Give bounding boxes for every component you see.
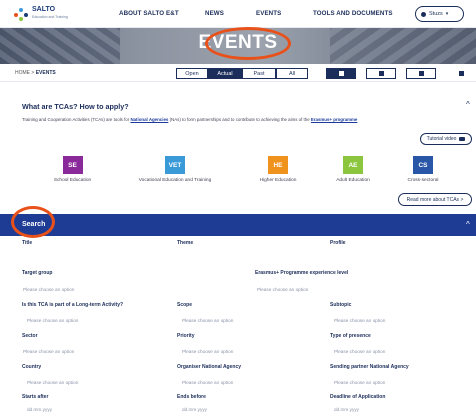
- presence-select[interactable]: Please choose an option: [331, 345, 468, 357]
- tutorial-video-button[interactable]: Tutorial video: [420, 133, 472, 145]
- nav-tools[interactable]: TOOLS AND DOCUMENTS: [313, 10, 393, 17]
- category-badge: CS: [413, 156, 433, 174]
- salto-logo[interactable]: SALTO Education and Training: [14, 6, 74, 24]
- view-map-button[interactable]: [446, 68, 476, 79]
- category-se[interactable]: SE School Education: [40, 156, 105, 183]
- profile-select[interactable]: [328, 250, 468, 262]
- view-list-button[interactable]: [366, 68, 396, 79]
- list-icon: [378, 71, 384, 76]
- priority-label: Priority: [177, 333, 195, 339]
- filter-open-button[interactable]: Open: [176, 68, 208, 79]
- deadline-date-input[interactable]: dd.mm.yyyy: [331, 404, 468, 414]
- long-term-select[interactable]: Please choose an option: [24, 314, 162, 326]
- nav-about[interactable]: ABOUT SALTO E&T: [119, 10, 179, 17]
- ends-before-date-input[interactable]: dd.mm.yyyy: [179, 404, 317, 414]
- map-pin-icon: [458, 71, 464, 76]
- target-group-select[interactable]: Please choose an option: [20, 283, 240, 295]
- category-ae[interactable]: AE Adult Education: [325, 156, 381, 183]
- organiser-label: Organiser National Agency: [177, 364, 241, 370]
- filter-actual-button[interactable]: Actual: [208, 68, 242, 79]
- user-name: Stuzs: [429, 11, 443, 17]
- breadcrumb-bar: HOME > EVENTS Open Actual Past All: [0, 64, 476, 82]
- ends-before-label: Ends before: [177, 394, 206, 400]
- scope-select[interactable]: Please choose an option: [179, 314, 317, 326]
- filter-past-button[interactable]: Past: [242, 68, 276, 79]
- category-vet[interactable]: VET Vocational Education and Training: [130, 156, 220, 183]
- category-badge: SE: [62, 156, 83, 174]
- grid-icon: [418, 71, 424, 76]
- search-section-header[interactable]: Search ^: [0, 214, 476, 236]
- country-label: Country: [22, 364, 42, 370]
- category-label: Adult Education: [336, 178, 370, 183]
- profile-label: Profile: [330, 240, 346, 246]
- logo-subtitle: Education and Training: [32, 15, 68, 19]
- national-agencies-link[interactable]: National Agencies: [130, 117, 168, 122]
- tca-info-text: Training and Cooperation Activities (TCA…: [22, 117, 462, 122]
- category-label: Cross-sectoral: [407, 178, 439, 183]
- tca-info-title: What are TCAs? How to apply?: [22, 102, 129, 111]
- breadcrumb-home[interactable]: HOME: [15, 70, 30, 76]
- experience-select[interactable]: Please choose an option: [254, 283, 468, 295]
- organiser-select[interactable]: Please choose an option: [179, 376, 317, 388]
- category-badge: HE: [268, 156, 288, 174]
- sector-select[interactable]: Please choose an option: [20, 345, 160, 357]
- logo-text: SALTO: [32, 6, 56, 13]
- title-label: Title: [22, 240, 33, 246]
- sending-label: Sending partner National Agency: [330, 364, 409, 370]
- theme-select[interactable]: [175, 250, 315, 262]
- subtopic-select[interactable]: Please choose an option: [331, 314, 468, 326]
- collapse-search-icon[interactable]: ^: [466, 220, 470, 229]
- filter-all-button[interactable]: All: [276, 68, 308, 79]
- category-label: Vocational Education and Training: [138, 178, 212, 183]
- long-term-label: Is this TCA is part of a Long-term Activ…: [22, 302, 124, 308]
- category-label: School Education: [53, 178, 92, 183]
- sector-label: Sector: [22, 333, 38, 339]
- highlight-ring-search: [11, 206, 55, 238]
- collapse-info-icon[interactable]: ^: [466, 100, 470, 109]
- breadcrumb-separator: >: [31, 70, 35, 76]
- theme-label: Theme: [177, 240, 194, 246]
- view-calendar-button[interactable]: [326, 68, 356, 79]
- starts-after-label: Starts after: [22, 394, 49, 400]
- nav-news[interactable]: NEWS: [205, 10, 224, 17]
- info-text-middle: (NAs) to form partnerships and to contri…: [168, 117, 311, 122]
- video-icon: [459, 137, 466, 141]
- country-select[interactable]: Please choose an option: [24, 376, 162, 388]
- deadline-label: Deadline of Application: [330, 394, 386, 400]
- category-badge: AE: [343, 156, 363, 174]
- calendar-icon: [338, 71, 344, 76]
- breadcrumb-current: EVENTS: [35, 70, 56, 76]
- user-icon: [421, 11, 426, 17]
- category-cs[interactable]: CS Cross-sectoral: [398, 156, 448, 183]
- info-text-start: Training and Cooperation Activities (TCA…: [22, 117, 131, 122]
- category-badge: VET: [165, 156, 185, 174]
- tutorial-label: Tutorial video: [426, 136, 457, 142]
- scope-label: Scope: [177, 302, 193, 308]
- presence-label: Type of presence: [330, 333, 371, 339]
- read-more-tcas-button[interactable]: Read more about TCAs >: [398, 193, 472, 206]
- highlight-ring-title: [205, 27, 291, 60]
- top-navigation: SALTO Education and Training ABOUT SALTO…: [0, 0, 476, 28]
- category-he[interactable]: HE Higher Education: [248, 156, 308, 183]
- starts-after-date-input[interactable]: dd.mm.yyyy: [24, 404, 162, 414]
- category-label: Higher Education: [259, 178, 297, 183]
- priority-select[interactable]: Please choose an option: [179, 345, 317, 357]
- experience-label: Erasmus+ Programme experience level: [255, 270, 349, 276]
- logo-dots-icon: [14, 8, 28, 22]
- view-grid-button[interactable]: [406, 68, 436, 79]
- title-input[interactable]: [20, 250, 160, 262]
- subtopic-label: Subtopic: [330, 302, 352, 308]
- chevron-down-icon: ▾: [445, 11, 449, 17]
- user-menu-button[interactable]: Stuzs ▾: [415, 6, 464, 22]
- sending-select[interactable]: Please choose an option: [331, 376, 468, 388]
- nav-events[interactable]: EVENTS: [256, 10, 281, 17]
- breadcrumb: HOME > EVENTS: [15, 70, 56, 76]
- erasmus-programme-link[interactable]: Erasmus+ programme: [311, 117, 358, 122]
- target-group-label: Target group: [22, 270, 53, 276]
